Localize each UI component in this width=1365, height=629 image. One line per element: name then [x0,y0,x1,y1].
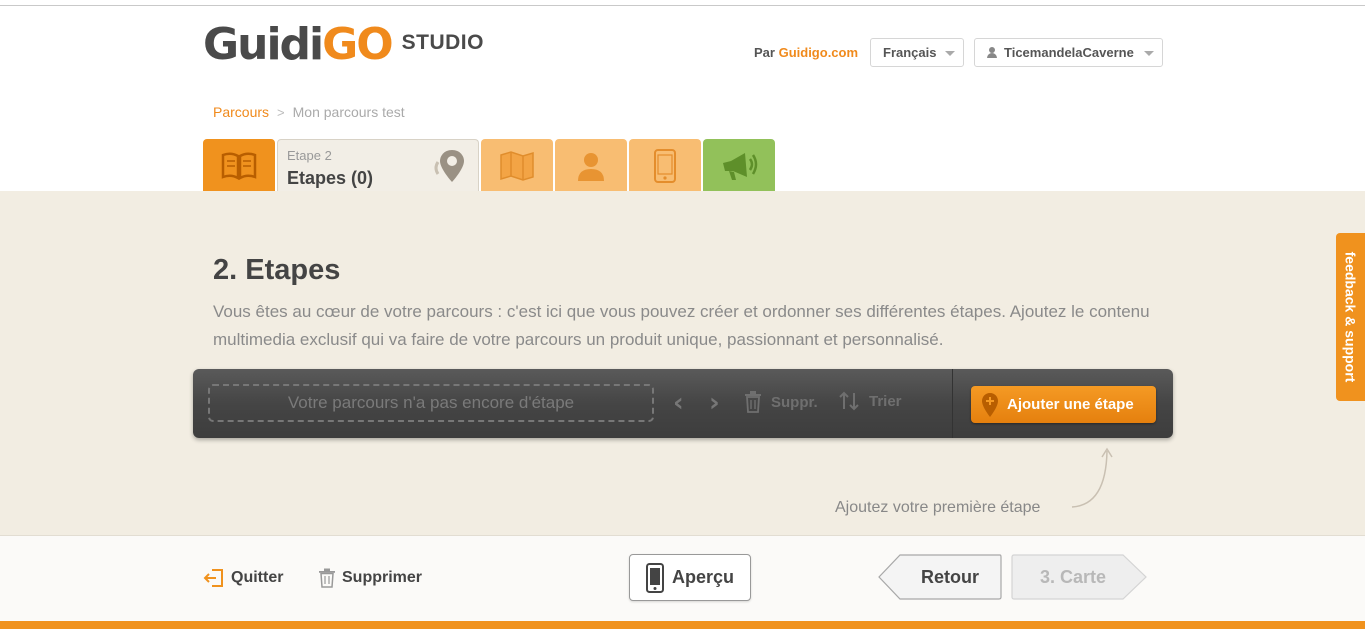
sort-steps-label: Trier [869,392,902,410]
breadcrumb: Parcours > Mon parcours test [213,104,405,120]
first-step-hint: Ajoutez votre première étape [835,499,1041,516]
feedback-tab[interactable]: feedback & support [1336,233,1365,401]
megaphone-icon [723,152,758,180]
person-icon [578,152,604,181]
delete-step-button[interactable]: Suppr. [743,391,818,413]
by-line: Par Guidigo.com [754,45,858,60]
next-step-button[interactable]: › [709,388,720,418]
tab-map[interactable] [481,139,553,192]
empty-steps-placeholder: Votre parcours n'a pas encore d'étape [208,384,654,422]
language-select[interactable]: Français [870,38,964,67]
chevron-left-icon: ‹ [673,388,684,418]
delete-step-label: Suppr. [771,393,818,411]
book-icon [221,151,257,180]
chevron-right-icon: › [709,388,720,418]
preview-button[interactable]: Aperçu [629,554,751,601]
main-content [0,191,1365,535]
intro-text: Vous êtes au cœur de votre parcours : c'… [213,302,1150,349]
breadcrumb-separator: > [277,104,285,120]
top-border [0,0,1365,6]
trash-icon [319,568,335,588]
trash-icon [745,391,761,413]
logo-accent-text: GO [322,19,394,70]
quit-label: Quitter [231,569,284,586]
chevron-down-icon [945,51,955,56]
quit-button[interactable]: Quitter [203,568,283,588]
hint-arrow-icon [1071,447,1113,508]
toolbar-divider [952,369,953,438]
tab-preview-device[interactable] [629,139,701,192]
phone-icon [654,148,676,183]
steps-toolbar: Votre parcours n'a pas encore d'étape ‹ … [193,369,1173,438]
smartphone-icon [645,562,664,593]
username: TicemandelaCaverne [1004,45,1134,60]
breadcrumb-root[interactable]: Parcours [213,104,269,120]
tab-step-number: Etape 2 [287,148,332,163]
sort-steps-button[interactable]: Trier [839,391,902,411]
map-pin-icon [434,150,464,182]
delete-route-label: Supprimer [342,569,423,586]
add-step-label: Ajouter une étape [1007,396,1134,413]
back-button[interactable]: Retour [878,554,1002,600]
feedback-label: feedback & support [1342,251,1359,383]
tab-author[interactable] [555,139,627,192]
chevron-down-icon [1144,51,1154,56]
by-prefix: Par [754,45,775,60]
logo[interactable]: Guidi GO STUDIO [203,14,484,76]
page-title: 2. Etapes [213,254,341,286]
tab-etapes[interactable]: Etape 2 Etapes (0) [277,139,479,192]
delete-route-button[interactable]: Supprimer [318,568,422,588]
map-icon [500,150,534,181]
user-menu[interactable]: TicemandelaCaverne [974,38,1163,67]
add-step-button[interactable]: Ajouter une étape [971,386,1156,423]
language-value: Français [883,45,937,60]
exit-icon [203,569,223,587]
next-step-label: 3. Carte [1039,566,1107,587]
back-label: Retour [921,566,979,587]
sort-icon [839,391,859,411]
prev-step-button[interactable]: ‹ [673,388,684,418]
breadcrumb-current: Mon parcours test [292,104,405,120]
tab-publish[interactable] [703,139,775,192]
user-icon [985,46,999,59]
tab-step-title: Etapes (0) [287,168,374,188]
logo-studio-text: STUDIO [401,31,484,54]
add-pin-icon [982,392,998,417]
preview-label: Aperçu [671,567,734,587]
next-step-map-button[interactable]: 3. Carte [1011,554,1147,600]
footer-accent-bar [0,621,1365,629]
tab-description[interactable] [203,139,275,192]
brand-link[interactable]: Guidigo.com [779,45,858,60]
logo-main-text: Guidi [203,19,324,70]
